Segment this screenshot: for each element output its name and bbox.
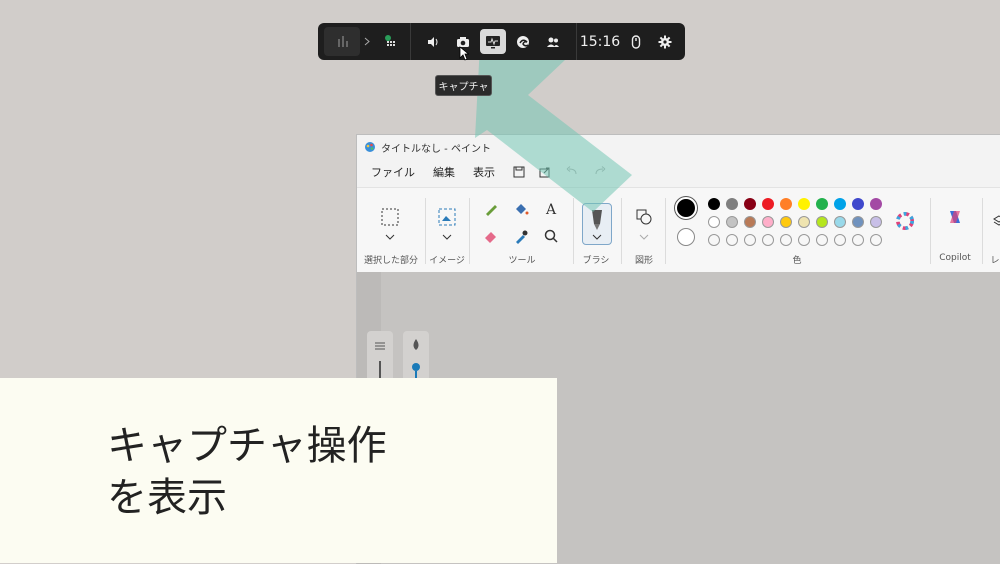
divider xyxy=(665,198,666,264)
color-swatch[interactable] xyxy=(816,198,828,210)
group-label-shapes: 図形 xyxy=(634,256,653,266)
shapes-icon[interactable] xyxy=(635,208,653,226)
color-swatch[interactable] xyxy=(834,216,846,228)
divider xyxy=(621,198,622,264)
color-swatch[interactable] xyxy=(852,216,864,228)
color-swatch[interactable] xyxy=(780,216,792,228)
primary-color-swatch[interactable] xyxy=(675,197,697,219)
svg-text:A: A xyxy=(545,202,557,217)
fill-icon[interactable] xyxy=(512,200,530,218)
save-icon[interactable] xyxy=(513,166,525,178)
empty-color-slot[interactable] xyxy=(870,234,882,246)
chevron-right-icon[interactable] xyxy=(360,23,374,60)
group-label-selection: 選択した部分 xyxy=(363,256,418,266)
color-swatch[interactable] xyxy=(708,216,720,228)
group-label-tools: ツール xyxy=(508,256,536,266)
color-wheel-icon[interactable] xyxy=(896,212,914,230)
color-swatch[interactable] xyxy=(744,198,756,210)
empty-color-slot[interactable] xyxy=(726,234,738,246)
color-swatch[interactable] xyxy=(870,216,882,228)
edge-icon[interactable] xyxy=(510,23,536,60)
color-swatch[interactable] xyxy=(762,198,774,210)
share-icon[interactable] xyxy=(539,166,551,178)
divider xyxy=(410,23,411,60)
empty-color-slot[interactable] xyxy=(798,234,810,246)
menu-edit[interactable]: 編集 xyxy=(429,164,459,180)
eraser-icon[interactable] xyxy=(482,227,500,245)
color-swatch[interactable] xyxy=(726,198,738,210)
empty-color-slot[interactable] xyxy=(744,234,756,246)
group-label-colors: 色 xyxy=(792,256,802,266)
color-swatch[interactable] xyxy=(744,216,756,228)
audio-icon[interactable] xyxy=(420,23,446,60)
chevron-down-icon[interactable] xyxy=(381,228,399,246)
color-swatch[interactable] xyxy=(870,198,882,210)
title-bar: タイトルなし - ペイント xyxy=(357,135,1000,159)
color-picker-icon[interactable] xyxy=(512,227,530,245)
social-icon[interactable] xyxy=(540,23,566,60)
capture-tooltip: キャプチャ xyxy=(435,75,492,96)
undo-icon[interactable] xyxy=(565,166,579,178)
color-swatch[interactable] xyxy=(798,216,810,228)
redo-icon[interactable] xyxy=(593,166,607,178)
magnifier-icon[interactable] xyxy=(542,227,560,245)
empty-color-slot[interactable] xyxy=(816,234,828,246)
color-swatch[interactable] xyxy=(780,198,792,210)
chevron-down-icon[interactable] xyxy=(438,228,456,246)
divider xyxy=(982,198,983,264)
menu-file[interactable]: ファイル xyxy=(367,164,419,180)
color-swatch[interactable] xyxy=(708,198,720,210)
layers-icon[interactable] xyxy=(990,212,1000,230)
caption-panel: キャプチャ操作 を表示 xyxy=(0,378,557,563)
empty-color-slot[interactable] xyxy=(762,234,774,246)
divider xyxy=(573,198,574,264)
chevron-down-icon[interactable] xyxy=(635,228,653,246)
secondary-color-swatch[interactable] xyxy=(677,228,695,246)
divider xyxy=(576,23,577,60)
empty-color-slot[interactable] xyxy=(852,234,864,246)
selection-icon[interactable] xyxy=(381,208,399,226)
caption-text: キャプチャ操作 を表示 xyxy=(107,423,387,521)
empty-color-slot[interactable] xyxy=(780,234,792,246)
settings-icon[interactable] xyxy=(652,23,678,60)
color-swatch[interactable] xyxy=(762,216,774,228)
mouse-icon[interactable] xyxy=(623,23,649,60)
divider xyxy=(469,198,470,264)
ribbon: 選択した部分 イメージ A ツール ブラシ 図形 色 Copilot レ xyxy=(357,187,1000,273)
performance-widget-button[interactable] xyxy=(324,27,360,56)
group-label-brush: ブラシ xyxy=(582,256,610,266)
widget-menu-icon[interactable] xyxy=(378,23,404,60)
color-swatch[interactable] xyxy=(852,198,864,210)
color-swatch[interactable] xyxy=(834,198,846,210)
divider xyxy=(930,198,931,264)
pencil-icon[interactable] xyxy=(482,200,500,218)
brush-button[interactable] xyxy=(582,203,612,245)
menu-bar: ファイル 編集 表示 xyxy=(357,161,607,183)
performance-monitor-icon[interactable] xyxy=(480,29,506,54)
window-title: タイトルなし - ペイント xyxy=(381,143,491,155)
mouse-cursor-icon xyxy=(459,46,470,65)
image-icon[interactable] xyxy=(438,208,456,226)
copilot-icon[interactable] xyxy=(946,208,964,226)
game-bar: 15:16 xyxy=(318,23,685,60)
color-swatch[interactable] xyxy=(798,198,810,210)
color-swatch[interactable] xyxy=(726,216,738,228)
group-label-image: イメージ xyxy=(429,256,465,266)
divider xyxy=(425,198,426,264)
empty-color-slot[interactable] xyxy=(834,234,846,246)
color-swatch[interactable] xyxy=(816,216,828,228)
group-label-copilot: Copilot xyxy=(939,253,971,263)
text-icon[interactable]: A xyxy=(542,200,560,218)
empty-color-slot[interactable] xyxy=(708,234,720,246)
menu-view[interactable]: 表示 xyxy=(469,164,499,180)
paint-app-icon xyxy=(364,138,376,157)
clock: 15:16 xyxy=(579,33,621,50)
group-label-layers: レ xyxy=(990,256,1000,266)
